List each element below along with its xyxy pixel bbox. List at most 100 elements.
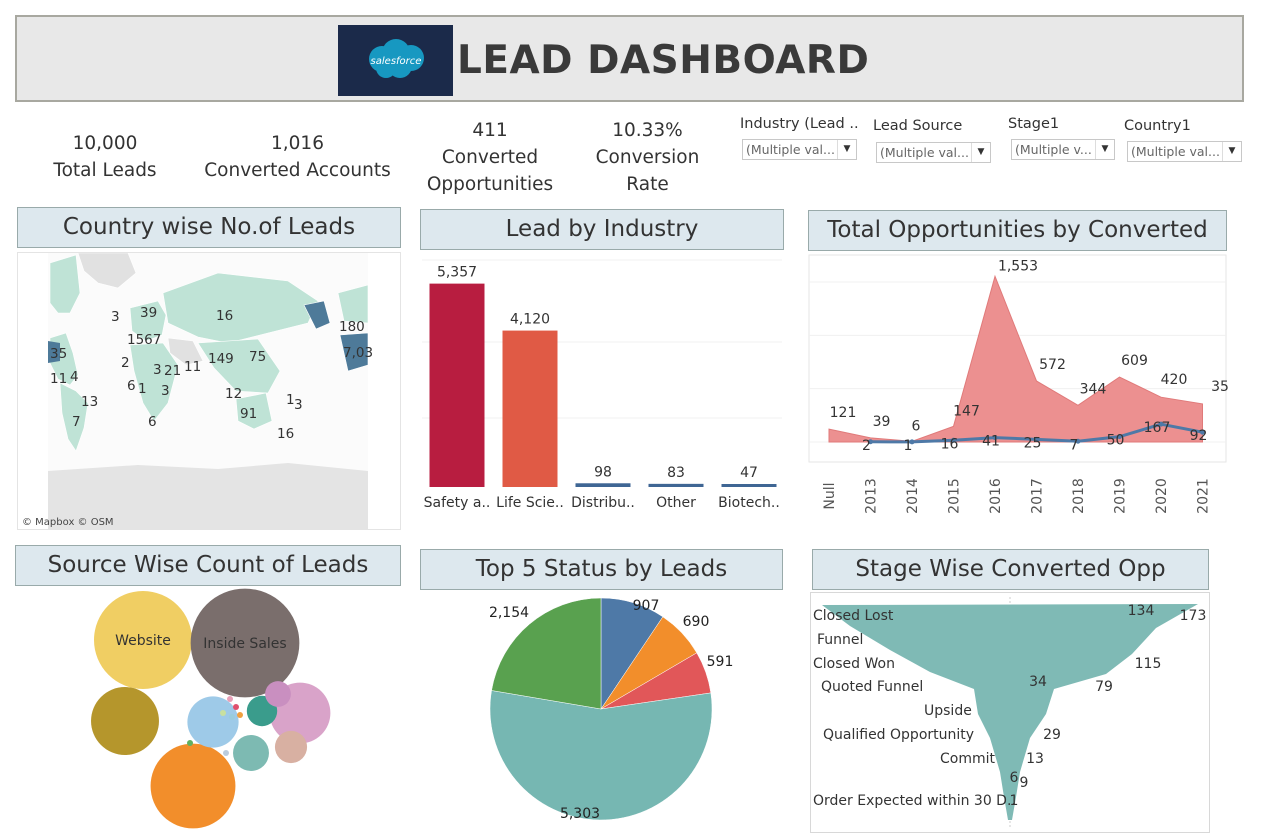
industry-panel-title: Lead by Industry [420,209,784,250]
bubble[interactable] [91,687,159,755]
kpi-value: 10.33% [612,120,683,141]
bubble[interactable] [274,730,308,764]
world-map[interactable]: 3 39 16 180 1567 35 7,03 2 3 21 11 149 7… [17,252,401,530]
x-tick-label: 2021 [1196,478,1212,514]
filter-lead-source-label: Lead Source [873,118,963,134]
map-label: 11 [50,371,67,387]
area-value-label: 147 [953,403,980,419]
stage-value-label: 6 [1010,770,1019,786]
area-value-label: 420 [1161,372,1188,388]
filter-lead-source-dropdown[interactable]: (Multiple val... ▼ [876,142,991,163]
kpi-value: 10,000 [72,133,138,154]
area-value-label: 357 [1211,379,1228,395]
stage-label: Closed Won [813,656,895,672]
line-value-label: 167 [1144,420,1171,436]
bar[interactable] [721,484,777,487]
small-bubble[interactable] [220,710,226,716]
source-bubble-chart: Website Inside Sales [91,588,331,829]
line-value-label: 92 [1190,428,1208,444]
stage-label: Order Expected within 30 D.. [813,793,1016,809]
pie-value-label: 907 [633,598,660,614]
area-value-label: 344 [1080,381,1107,397]
pie-value-label: 591 [707,654,734,670]
line-value-label: 41 [982,434,1000,450]
bubble[interactable] [150,743,236,829]
line-value-label: 25 [1024,435,1042,451]
small-bubble[interactable] [187,740,193,746]
small-bubble[interactable] [237,712,243,718]
x-tick-label: 2019 [1113,478,1129,514]
map-label: 3 [294,397,303,413]
world-map-svg: 3 39 16 180 1567 35 7,03 2 3 21 11 149 7… [18,253,400,529]
map-label: 1 [138,381,147,397]
small-bubble[interactable] [233,704,239,710]
x-tick-label: 2020 [1154,478,1170,514]
map-label: 12 [225,386,242,402]
filter-industry-dropdown[interactable]: (Multiple val... ▼ [742,139,857,160]
pie-value-label: 2,154 [489,605,529,621]
salesforce-logo: salesforce [338,25,453,96]
map-panel-title: Country wise No.of Leads [17,207,401,248]
map-label: 3 [153,362,162,378]
category-label: Distribu.. [571,495,635,511]
filter-country-dropdown[interactable]: (Multiple val... ▼ [1127,141,1242,162]
bar[interactable] [502,330,558,487]
category-label: Safety a.. [424,495,491,511]
map-label: 6 [127,378,136,394]
filter-value: (Multiple val... [880,145,969,160]
stage-label: Upside [924,703,972,719]
stage-label: Funnel [817,632,863,648]
chevron-down-icon[interactable]: ▼ [971,143,990,162]
stage-value-label: 13 [1026,751,1044,767]
pie-slice[interactable] [489,690,713,821]
small-bubble[interactable] [229,714,235,720]
filter-value: (Multiple val... [746,142,835,157]
source-panel-title: Source Wise Count of Leads [15,545,401,586]
pie-value-label: 5,303 [560,806,600,822]
chevron-down-icon[interactable]: ▼ [837,140,856,159]
small-bubble[interactable] [227,696,233,702]
map-label: 16 [277,426,294,442]
bar[interactable] [648,483,704,487]
industry-bar-chart: 5,357 Safety a.. 4,120 Life Scie.. 98 Distrib… [422,259,782,511]
stage-label: Qualified Opportunity [823,727,974,743]
bubble[interactable] [187,696,239,748]
map-label: 1567 [127,332,161,348]
map-label: 3 [111,309,120,325]
area-value-label: 121 [830,405,857,421]
chevron-down-icon[interactable]: ▼ [1095,140,1114,159]
filter-country-label: Country1 [1124,118,1191,134]
map-label: 7 [72,414,81,430]
stage-label: Closed Lost [813,608,894,624]
area-value-label: 39 [873,414,891,430]
line-value-label: 50 [1107,433,1125,449]
map-label: 2 [121,355,130,371]
line-value-label: 1 [904,438,913,454]
stage-value-label: 1 [1010,793,1019,809]
map-label: 4 [70,369,79,385]
bubble-label: Website [115,633,171,649]
small-bubble[interactable] [223,750,229,756]
kpi-value: 1,016 [271,133,324,154]
bar[interactable] [429,283,485,487]
x-tick-label: 2014 [905,478,921,514]
chevron-down-icon[interactable]: ▼ [1222,142,1241,161]
stage-value-label: 29 [1043,727,1061,743]
stage-panel-title: Stage Wise Converted Opp [812,549,1209,590]
funnel-shape[interactable] [822,604,1198,820]
bar[interactable] [575,483,631,487]
stage-value-label: 9 [1020,775,1029,791]
kpi-label: Converted Opportunities [426,147,554,195]
map-label: 149 [208,351,234,367]
x-tick-label: 2013 [864,478,880,514]
bubble[interactable] [265,681,291,707]
stage-label: Quoted Funnel [821,679,923,695]
area-value-label: 572 [1039,357,1066,373]
bubble[interactable] [233,735,269,771]
map-label: 13 [81,394,98,410]
stage-label: Commit [940,751,996,767]
filter-stage-dropdown[interactable]: (Multiple v... ▼ [1011,139,1115,160]
area-value-label: 609 [1121,353,1148,369]
map-label: 91 [240,406,257,422]
stage-value-label: 34 [1029,674,1047,690]
